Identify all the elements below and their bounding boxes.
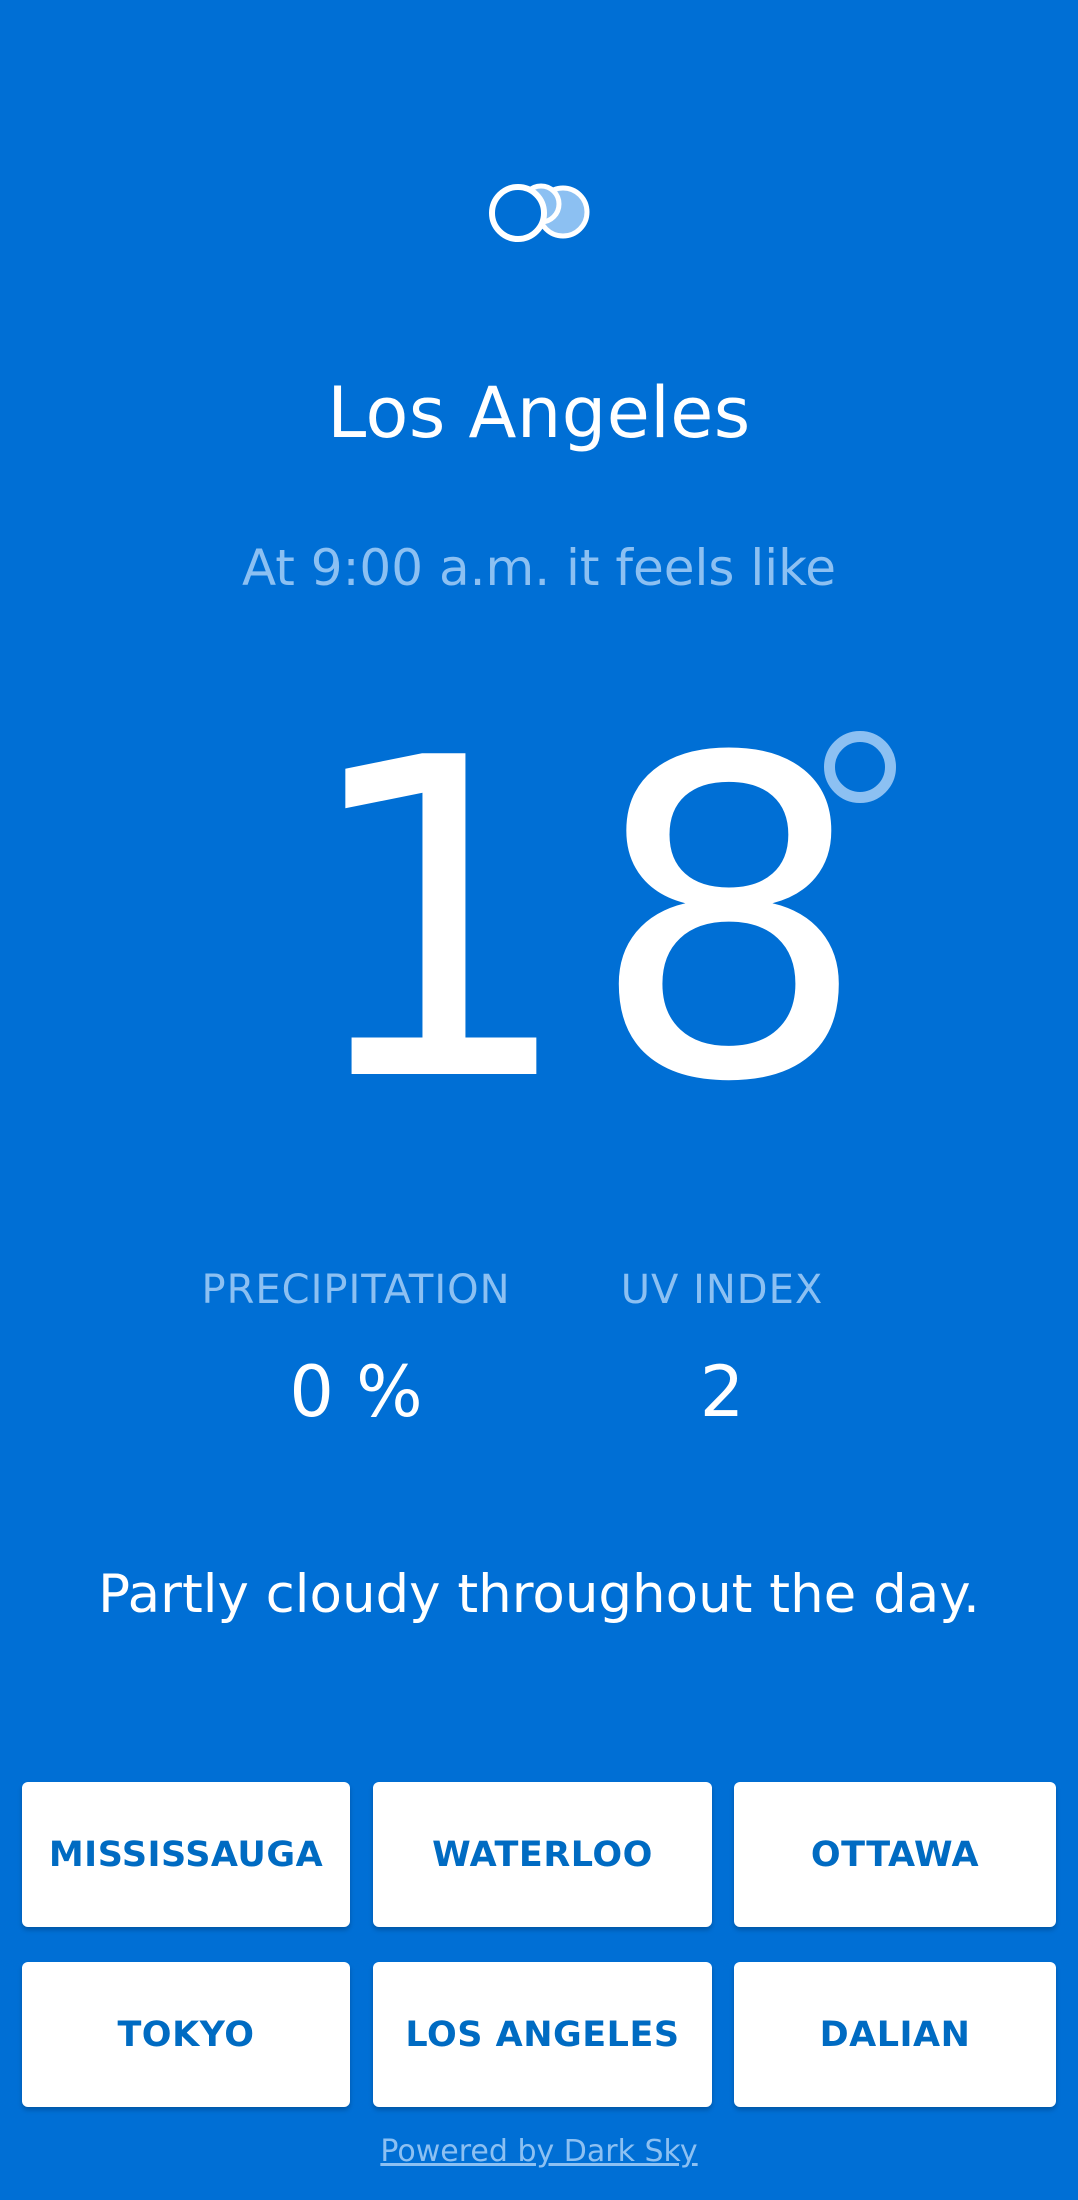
- city-button-dalian[interactable]: DALIAN: [734, 1962, 1056, 2107]
- city-button-tokyo[interactable]: TOKYO: [22, 1962, 350, 2107]
- city-button-waterloo[interactable]: WATERLOO: [373, 1782, 712, 1927]
- weather-summary: Partly cloudy throughout the day.: [98, 1564, 980, 1625]
- precipitation-value: 0 %: [289, 1351, 423, 1433]
- feels-like-caption: At 9:00 a.m. it feels like: [241, 539, 837, 597]
- city-button-los-angeles[interactable]: LOS ANGELES: [373, 1962, 712, 2107]
- temperature-value: 18: [297, 666, 881, 1178]
- uv-index-value: 2: [699, 1351, 745, 1433]
- partly-cloudy-icon: [489, 183, 590, 242]
- powered-by-dark-sky-link[interactable]: Powered by Dark Sky: [0, 2131, 1078, 2173]
- weather-screen: Los Angeles At 9:00 a.m. it feels like 1…: [0, 0, 1078, 2200]
- city-button-ottawa[interactable]: OTTAWA: [734, 1782, 1056, 1927]
- uv-index-label: UV INDEX: [620, 1267, 824, 1313]
- degree-icon: [824, 731, 896, 803]
- city-title: Los Angeles: [327, 372, 751, 454]
- precipitation-label: PRECIPITATION: [201, 1267, 511, 1313]
- city-button-mississauga[interactable]: MISSISSAUGA: [22, 1782, 350, 1927]
